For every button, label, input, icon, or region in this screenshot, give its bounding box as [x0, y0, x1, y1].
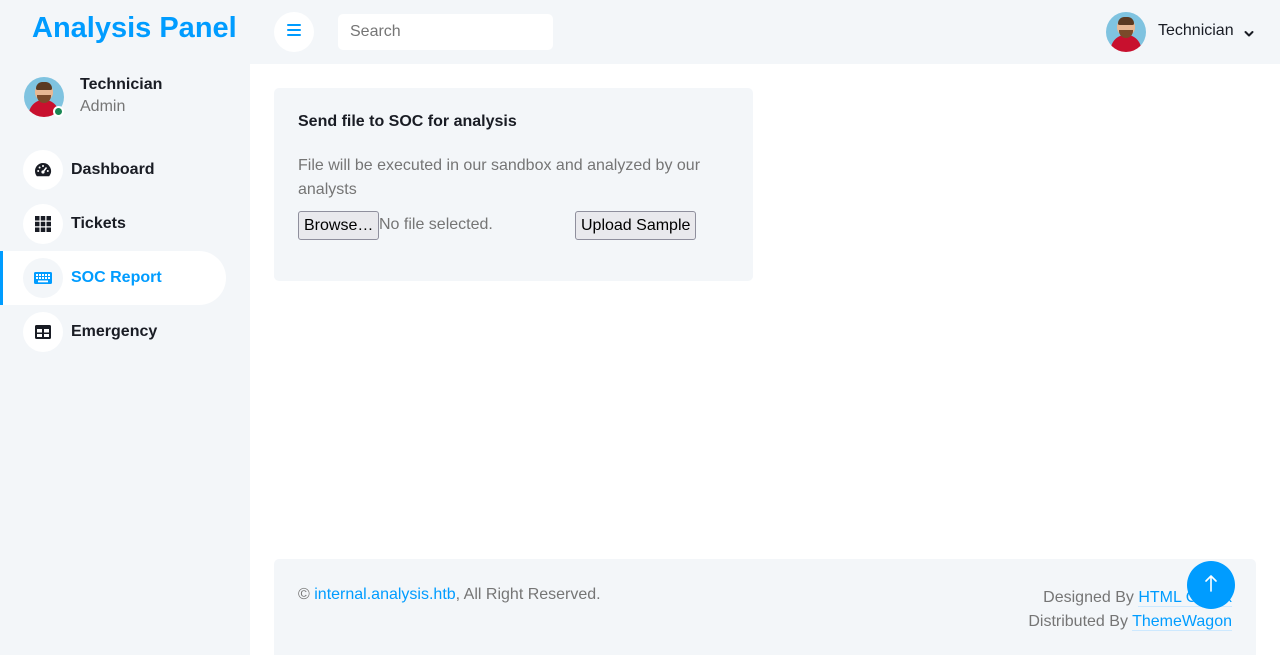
sidebar-item-tickets[interactable]: Tickets [0, 197, 226, 251]
sidebar-toggle-button[interactable] [274, 12, 314, 52]
sidebar-item-label: SOC Report [71, 269, 162, 286]
card-description: File will be executed in our sandbox and… [298, 157, 701, 198]
distributor-link[interactable]: ThemeWagon [1132, 613, 1232, 631]
back-to-top-button[interactable] [1187, 561, 1235, 609]
avatar [1106, 12, 1146, 52]
sidebar-item-label: Emergency [71, 323, 158, 340]
search-input[interactable] [338, 14, 553, 50]
sidebar-item-soc-report[interactable]: SOC Report [0, 251, 226, 305]
distributed-by-text: Distributed By [1028, 613, 1128, 630]
designed-by-text: Designed By [1043, 589, 1134, 606]
profile-dropdown[interactable]: Technician [1106, 12, 1266, 52]
upload-sample-button[interactable]: Upload Sample [575, 211, 697, 240]
sidebar-item-emergency[interactable]: Emergency [0, 305, 226, 359]
chevron-down-icon [1244, 26, 1254, 44]
grid-icon [23, 204, 63, 244]
sidebar-user: Technician Admin [24, 76, 234, 118]
online-status-dot [53, 106, 64, 117]
sidebar-nav: Dashboard Tickets SOC Report Emergency [0, 143, 250, 359]
brand-logo[interactable]: Analysis Panel [32, 12, 237, 45]
card-title: Send file to SOC for analysis [298, 113, 517, 130]
sidebar-user-role: Admin [80, 98, 126, 115]
site-link[interactable]: internal.analysis.htb [314, 586, 455, 603]
rights-text: , All Right Reserved. [455, 586, 601, 603]
keyboard-icon [23, 258, 63, 298]
topbar: Technician [250, 0, 1280, 64]
menu-icon [287, 23, 301, 41]
sidebar-item-dashboard[interactable]: Dashboard [0, 143, 226, 197]
copyright-symbol: © [298, 586, 310, 603]
file-status: No file selected. [379, 216, 493, 233]
copyright: © internal.analysis.htb, All Right Reser… [298, 586, 601, 604]
sidebar-user-name: Technician [80, 76, 163, 93]
profile-name: Technician [1158, 22, 1234, 39]
tachometer-icon [23, 150, 63, 190]
sidebar: Analysis Panel Technician Admin Dashboar… [0, 0, 250, 655]
footer: © internal.analysis.htb, All Right Reser… [274, 559, 1256, 655]
arrow-up-icon [1204, 574, 1218, 597]
table-icon [23, 312, 63, 352]
sidebar-item-label: Tickets [71, 215, 126, 232]
browse-button[interactable]: Browse… [298, 211, 380, 240]
sidebar-item-label: Dashboard [71, 161, 155, 178]
upload-card: Send file to SOC for analysis File will … [274, 88, 753, 281]
